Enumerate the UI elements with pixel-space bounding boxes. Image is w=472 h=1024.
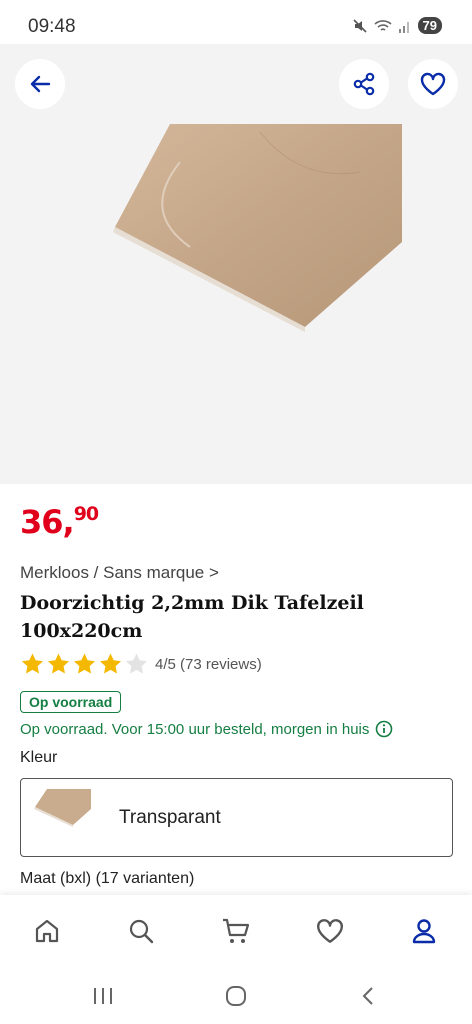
share-icon: [353, 72, 375, 96]
recent-apps-icon: [94, 988, 112, 1004]
bottom-navigation: [0, 895, 472, 967]
rating[interactable]: 4/5 (73 reviews): [20, 652, 262, 676]
price: 36,90: [20, 503, 99, 541]
color-variant-selector[interactable]: Transparant: [20, 778, 453, 857]
mute-icon: [352, 18, 367, 33]
brand-breadcrumb[interactable]: Merkloos / Sans marque >: [20, 563, 219, 583]
status-icons: 79: [352, 17, 442, 34]
wifi-icon: [373, 19, 392, 31]
delivery-text: Op voorraad. Voor 15:00 uur besteld, mor…: [20, 720, 370, 738]
back-button[interactable]: [15, 59, 65, 109]
system-navigation-bar: [0, 967, 472, 1024]
variant-label: Transparant: [119, 807, 221, 828]
recent-apps-button[interactable]: [88, 983, 118, 1009]
home-system-button[interactable]: [221, 983, 251, 1009]
rating-text: 4/5 (73 reviews): [155, 655, 262, 673]
search-icon: [129, 919, 154, 944]
home-icon: [35, 919, 59, 943]
star-filled-icon: [22, 653, 43, 674]
status-time: 09:48: [28, 16, 76, 37]
delivery-info: Op voorraad. Voor 15:00 uur besteld, mor…: [20, 720, 393, 738]
favorite-button[interactable]: [408, 59, 458, 109]
share-button[interactable]: [339, 59, 389, 109]
nav-favorites[interactable]: [312, 913, 348, 949]
product-image: [113, 124, 402, 332]
cart-icon: [223, 918, 250, 943]
heart-icon: [317, 919, 343, 943]
product-image-area[interactable]: [0, 44, 472, 484]
back-arrow-icon: [30, 75, 51, 93]
variant-thumbnail: [34, 789, 91, 827]
signal-icon: [398, 21, 409, 33]
star-filled-icon: [48, 653, 69, 674]
star-filled-icon: [100, 653, 121, 674]
nav-search[interactable]: [123, 913, 159, 949]
nav-cart[interactable]: [218, 913, 254, 949]
back-chevron-icon: [362, 987, 373, 1005]
price-cents: 90: [73, 503, 99, 525]
stock-badge: Op voorraad: [20, 691, 122, 713]
size-label: Maat (bxl) (17 varianten): [20, 870, 195, 887]
battery-indicator: 79: [417, 17, 442, 34]
rating-stars: [20, 652, 149, 676]
status-bar: 09:48 79: [0, 0, 472, 44]
system-back-button[interactable]: [353, 983, 383, 1009]
star-empty-icon: [126, 653, 147, 674]
star-filled-icon: [74, 653, 95, 674]
heart-icon: [420, 72, 446, 96]
nav-home[interactable]: [29, 913, 65, 949]
nav-account[interactable]: [406, 913, 442, 949]
account-icon: [412, 919, 436, 944]
color-label: Kleur: [20, 749, 58, 766]
product-title: Doorzichtig 2,2mm Dik Tafelzeil 100x220c…: [20, 592, 364, 642]
price-whole: 36,: [20, 503, 75, 541]
home-circle-icon: [226, 986, 246, 1006]
info-icon[interactable]: [375, 720, 393, 738]
